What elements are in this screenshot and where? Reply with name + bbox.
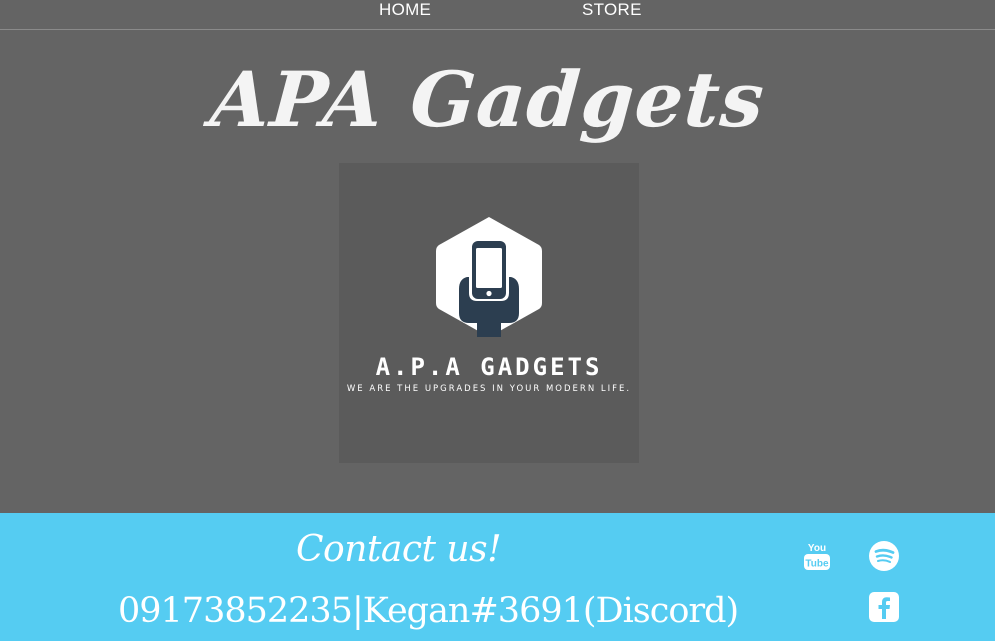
nav-store-link[interactable]: STORE	[582, 0, 642, 20]
site-title: APA Gadgets	[207, 55, 768, 144]
top-navigation: HOME STORE	[0, 0, 995, 30]
phone-in-hand-hexagon-icon	[436, 217, 542, 337]
svg-text:You: You	[808, 543, 826, 554]
facebook-icon[interactable]	[868, 591, 900, 628]
logo-brand-name: A.P.A GADGETS	[375, 353, 603, 381]
contact-info: 09173852235|Kegan#3691(Discord)	[118, 591, 739, 631]
page: HOME STORE APA Gadgets A.P.A GADGETS WE …	[0, 0, 995, 641]
nav-home-link[interactable]: HOME	[379, 0, 431, 20]
svg-text:Tube: Tube	[805, 559, 829, 570]
spotify-icon[interactable]	[868, 540, 900, 577]
footer: Contact us! 09173852235|Kegan#3691(Disco…	[0, 513, 995, 641]
youtube-icon[interactable]: You Tube	[803, 540, 831, 577]
logo-image: A.P.A GADGETS WE ARE THE UPGRADES IN YOU…	[339, 163, 639, 463]
logo-tagline: WE ARE THE UPGRADES IN YOUR MODERN LIFE.	[346, 384, 632, 394]
contact-heading: Contact us!	[296, 529, 502, 570]
